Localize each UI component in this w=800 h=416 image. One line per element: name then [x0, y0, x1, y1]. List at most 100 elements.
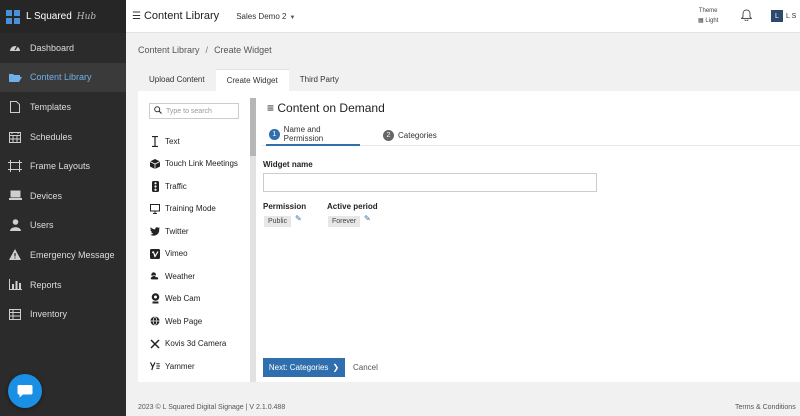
- yammer-icon: [150, 360, 160, 372]
- step-label: Name and Permission: [283, 125, 324, 143]
- active-period-value: Forever: [328, 216, 361, 227]
- sidebar-item-label: Inventory: [30, 309, 68, 320]
- search-icon: [154, 106, 162, 116]
- widget-item-web-page[interactable]: Web Page: [142, 310, 246, 333]
- widget-search-input[interactable]: Type to search: [149, 103, 239, 119]
- search-placeholder: Type to search: [166, 107, 212, 115]
- user-menu[interactable]: L L S: [771, 10, 796, 22]
- next-button-label: Next: Categories: [268, 363, 329, 372]
- brand-name: L Squared: [26, 11, 72, 22]
- sidebar-item-label: Emergency Message: [30, 249, 115, 260]
- step-label: Categories: [398, 130, 437, 140]
- sidebar-item-devices[interactable]: Devices: [0, 181, 126, 211]
- widget-item-weather[interactable]: Weather: [142, 265, 246, 288]
- widget-name-input[interactable]: [263, 173, 597, 192]
- permission-label: Permission: [263, 202, 307, 211]
- widget-item-label: Text: [165, 136, 180, 146]
- chat-support-button[interactable]: [8, 374, 42, 408]
- theme-label: Theme: [698, 8, 718, 14]
- weather-icon: [150, 270, 160, 282]
- list-icon: ≡: [267, 101, 275, 115]
- dashboard-icon: [8, 41, 22, 55]
- active-period-label: Active period: [327, 202, 378, 211]
- widget-item-text[interactable]: Text: [142, 130, 246, 153]
- widget-item-vimeo[interactable]: Vimeo: [142, 243, 246, 266]
- sidebar-item-frame-layouts[interactable]: Frame Layouts: [0, 151, 126, 181]
- widget-item-web-cam[interactable]: Web Cam: [142, 288, 246, 311]
- breadcrumb-current: Create Widget: [214, 45, 272, 55]
- widget-list-scrollbar[interactable]: [250, 98, 256, 382]
- edit-active-period-pencil-icon[interactable]: ✎: [364, 214, 371, 223]
- widget-item-yammer[interactable]: Yammer: [142, 355, 246, 378]
- sidebar-item-inventory[interactable]: Inventory: [0, 299, 126, 329]
- bell-icon[interactable]: [740, 9, 753, 24]
- breadcrumb-root[interactable]: Content Library: [138, 45, 200, 55]
- widget-item-touch-link-meetings[interactable]: Touch Link Meetings: [142, 153, 246, 176]
- widget-item-training-mode[interactable]: Training Mode: [142, 198, 246, 221]
- user-icon: [8, 218, 22, 232]
- step-name-and-permission[interactable]: 1 Name and Permission: [266, 124, 360, 146]
- menu-icon[interactable]: ☰: [132, 11, 141, 22]
- account-select[interactable]: Sales Demo 2 ▼: [236, 12, 295, 21]
- chevron-right-icon: ❯: [332, 363, 340, 372]
- widget-item-kovis-3d-camera[interactable]: Kovis 3d Camera: [142, 333, 246, 356]
- wizard-steps: 1 Name and Permission 2 Categories: [262, 124, 800, 146]
- footer-copyright: 2023 © L Squared Digital Signage | V 2.1…: [138, 404, 286, 411]
- brand-suffix: Hub: [76, 11, 97, 22]
- tab-third-party[interactable]: Third Party: [289, 69, 350, 91]
- sidebar-item-label: Users: [30, 220, 54, 231]
- panel-title: ≡ Content on Demand: [267, 101, 385, 115]
- widget-item-label: Weather: [165, 271, 196, 281]
- sidebar-item-users[interactable]: Users: [0, 211, 126, 241]
- widget-list: Type to search Text Touch Link Meetings …: [142, 98, 246, 380]
- calendar-icon: [8, 130, 22, 144]
- page-title: Content Library: [143, 10, 220, 22]
- top-bar: ☰ Content Library Sales Demo 2 ▼ Theme ▦ …: [126, 0, 800, 33]
- sidebar-item-emergency-message[interactable]: Emergency Message: [0, 240, 126, 270]
- brand-logo-icon: [6, 9, 20, 24]
- account-select-value: Sales Demo 2: [236, 11, 287, 21]
- widget-item-label: Training Mode: [165, 204, 216, 214]
- webcam-icon: [150, 293, 160, 305]
- widget-item-label: Vimeo: [165, 249, 188, 259]
- widget-item-traffic[interactable]: Traffic: [142, 175, 246, 198]
- scrollbar-thumb[interactable]: [250, 98, 256, 156]
- widget-item-twitter[interactable]: Twitter: [142, 220, 246, 243]
- sidebar-item-label: Dashboard: [30, 42, 75, 53]
- widget-item-label: Traffic: [165, 181, 187, 191]
- step-number: 2: [383, 129, 394, 141]
- theme-toggle[interactable]: Theme ▦ Light: [698, 6, 718, 26]
- theme-value: Light: [705, 18, 719, 24]
- edit-permission-pencil-icon[interactable]: ✎: [295, 214, 302, 223]
- tab-create-widget[interactable]: Create Widget: [215, 69, 289, 91]
- sidebar-item-content-library[interactable]: Content Library: [0, 62, 126, 93]
- step-categories[interactable]: 2 Categories: [383, 124, 437, 146]
- sidebar-item-label: Content Library: [30, 72, 92, 83]
- cancel-button[interactable]: Cancel: [353, 363, 378, 372]
- breadcrumb: Content Library / Create Widget: [138, 45, 272, 55]
- twitter-icon: [150, 225, 160, 237]
- monitor-icon: [150, 203, 160, 215]
- step-number: 1: [269, 128, 280, 140]
- chat-icon: [17, 385, 33, 398]
- sidebar-item-label: Templates: [30, 101, 72, 112]
- brand[interactable]: L Squared Hub: [0, 0, 126, 33]
- vimeo-icon: [150, 248, 160, 260]
- caret-down-icon: ▼: [289, 14, 296, 21]
- sidebar-item-schedules[interactable]: Schedules: [0, 122, 126, 152]
- panel-title-text: Content on Demand: [277, 101, 385, 115]
- permission-value: Public: [264, 216, 292, 227]
- sidebar-item-label: Schedules: [30, 131, 73, 142]
- sidebar-item-templates[interactable]: Templates: [0, 92, 126, 122]
- breadcrumb-separator: /: [205, 45, 209, 55]
- globe-icon: [150, 315, 160, 327]
- avatar: L: [771, 10, 783, 22]
- next-categories-button[interactable]: Next: Categories ❯: [263, 358, 345, 377]
- sidebar-item-reports[interactable]: Reports: [0, 270, 126, 300]
- tab-upload-content[interactable]: Upload Content: [138, 69, 216, 91]
- sidebar-item-label: Reports: [30, 279, 62, 290]
- file-icon: [8, 100, 22, 114]
- terms-link[interactable]: Terms & Conditions: [735, 404, 796, 411]
- sidebar-item-dashboard[interactable]: Dashboard: [0, 33, 126, 63]
- widget-item-label: Touch Link Meetings: [165, 159, 238, 169]
